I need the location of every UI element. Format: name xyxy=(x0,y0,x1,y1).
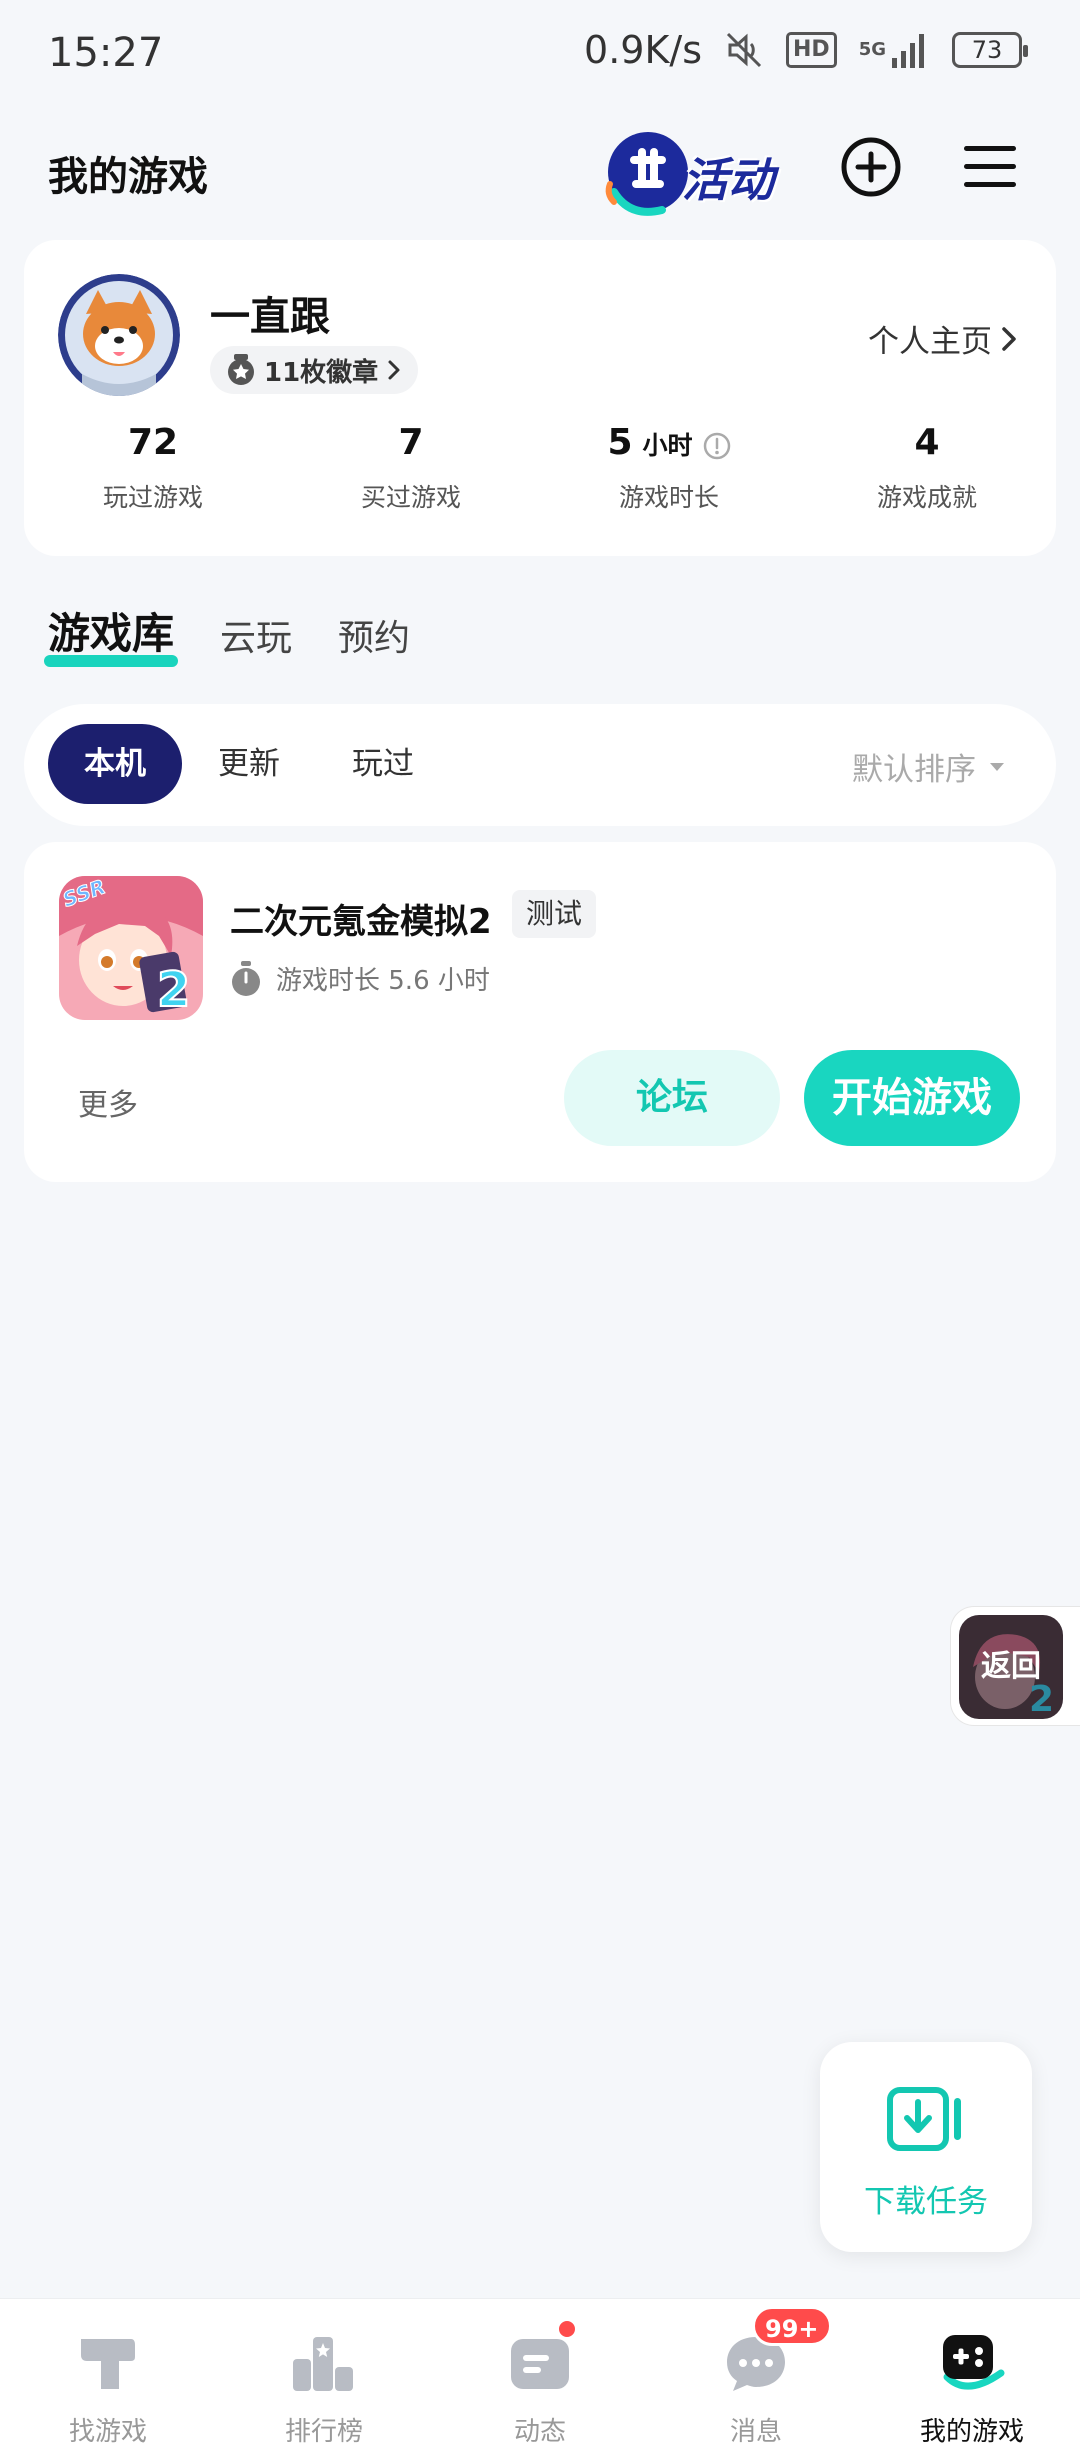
tab-reservations[interactable]: 预约 xyxy=(338,609,410,661)
svg-text:2: 2 xyxy=(157,962,190,1018)
stat-label: 游戏时长 xyxy=(618,483,719,512)
badges-count: 11枚徽章 xyxy=(264,357,379,388)
profile-home-label: 个人主页 xyxy=(868,324,992,360)
find-games-icon xyxy=(81,2339,135,2389)
activity-label: 活动 xyxy=(682,153,774,207)
badges-link[interactable]: 11枚徽章 xyxy=(210,346,419,394)
forum-button[interactable]: 论坛 xyxy=(564,1050,780,1146)
nav-find-games[interactable]: 找游戏 xyxy=(0,2299,216,2460)
download-icon xyxy=(887,2087,961,2151)
hamburger-icon xyxy=(964,146,1016,187)
hd-icon: HD xyxy=(786,32,837,68)
status-time: 15:27 xyxy=(48,30,164,76)
nav-feed[interactable]: 动态 xyxy=(432,2299,648,2460)
game-name[interactable]: 二次元氪金模拟2 xyxy=(230,894,492,943)
add-button[interactable] xyxy=(840,136,902,198)
caret-down-icon xyxy=(990,762,1004,771)
sort-label: 默认排序 xyxy=(852,752,976,788)
tab-cloud-play[interactable]: 云玩 xyxy=(220,609,292,661)
library-tabs: 游戏库 云玩 预约 xyxy=(43,600,410,667)
test-tag: 测试 xyxy=(512,890,597,938)
feed-notification-dot xyxy=(556,2318,578,2340)
nav-label: 排行榜 xyxy=(284,2417,363,2447)
nav-my-games[interactable]: 我的游戏 xyxy=(864,2299,1080,2460)
mute-icon xyxy=(724,30,764,70)
filter-updates[interactable]: 更新 xyxy=(218,724,280,804)
anime-game-icon: 2 SSR xyxy=(59,876,203,1020)
rankings-icon xyxy=(293,2337,353,2391)
chevron-right-icon xyxy=(388,360,400,380)
tab-game-library[interactable]: 游戏库 xyxy=(43,600,179,667)
profile-card: 一直跟 11枚徽章 个人主页 72 玩过游戏 7 买过游戏 5 小时 游戏时长 … xyxy=(24,240,1056,556)
stat-played-games[interactable]: 72 玩过游戏 xyxy=(24,422,282,514)
stat-label: 游戏成就 xyxy=(876,483,977,512)
sort-dropdown[interactable]: 默认排序 xyxy=(852,744,1006,789)
info-icon[interactable] xyxy=(703,432,731,460)
stat-bought-games[interactable]: 7 买过游戏 xyxy=(282,422,540,514)
filter-bar: 本机 更新 玩过 默认排序 xyxy=(24,704,1056,826)
header: 我的游戏 活动 xyxy=(0,120,1080,220)
stat-label: 买过游戏 xyxy=(360,483,461,512)
floating-back-button[interactable]: 2 返回 xyxy=(950,1606,1080,1726)
nav-rankings[interactable]: 排行榜 xyxy=(216,2299,432,2460)
stat-value: 72 xyxy=(127,422,179,463)
signal-icon: 5G xyxy=(859,30,930,70)
start-game-button[interactable]: 开始游戏 xyxy=(804,1050,1020,1146)
shiba-avatar-icon xyxy=(58,274,180,396)
page-title: 我的游戏 xyxy=(48,154,208,200)
stat-value: 7 xyxy=(398,422,424,463)
filter-played[interactable]: 玩过 xyxy=(352,724,414,804)
status-bar: 15:27 0.9K/s HD 5G 73 xyxy=(0,0,1080,110)
more-button[interactable]: 更多 xyxy=(78,1080,138,1124)
nav-label: 消息 xyxy=(729,2417,782,2447)
filter-local[interactable]: 本机 xyxy=(48,724,182,804)
stat-play-time[interactable]: 5 小时 游戏时长 xyxy=(540,422,798,514)
stopwatch-icon xyxy=(232,960,260,996)
menu-button[interactable] xyxy=(962,142,1018,192)
stat-value: 4 xyxy=(914,422,940,463)
bottom-nav: 找游戏 排行榜 动态 消息 我的游戏 xyxy=(0,2298,1080,2460)
username: 一直跟 xyxy=(210,294,330,340)
game-card: 2 SSR 二次元氪金模拟2 测试 游戏时长 5.6 小时 更多 论坛 开始游戏 xyxy=(24,842,1056,1182)
activity-button[interactable]: 活动 xyxy=(600,122,788,220)
profile-home-link[interactable]: 个人主页 xyxy=(868,316,1018,361)
stat-unit: 小时 xyxy=(642,431,693,460)
play-time-text: 游戏时长 5.6 小时 xyxy=(276,966,490,996)
my-games-icon xyxy=(943,2335,1005,2390)
stat-value: 5 xyxy=(607,422,633,463)
stat-achievements[interactable]: 4 游戏成就 xyxy=(798,422,1056,514)
plus-circle-icon xyxy=(841,137,901,197)
game-play-time: 游戏时长 5.6 小时 xyxy=(230,960,490,997)
nav-label: 动态 xyxy=(513,2417,566,2447)
avatar[interactable] xyxy=(58,274,180,396)
message-count-badge: 99+ xyxy=(752,2306,832,2346)
profile-stats: 72 玩过游戏 7 买过游戏 5 小时 游戏时长 4 游戏成就 xyxy=(24,422,1056,514)
floating-back-label: 返回 xyxy=(981,1649,1041,1684)
chevron-right-icon xyxy=(1002,326,1016,351)
stat-label: 玩过游戏 xyxy=(102,483,203,512)
network-speed: 0.9K/s xyxy=(584,28,702,72)
nav-label: 我的游戏 xyxy=(919,2417,1024,2447)
game-icon[interactable]: 2 SSR xyxy=(59,876,203,1020)
nav-label: 找游戏 xyxy=(68,2417,147,2447)
medal-icon xyxy=(228,354,254,385)
battery-icon: 73 xyxy=(952,32,1028,68)
download-task-label: 下载任务 xyxy=(864,2184,988,2220)
download-task-button[interactable]: 下载任务 xyxy=(820,2042,1032,2252)
